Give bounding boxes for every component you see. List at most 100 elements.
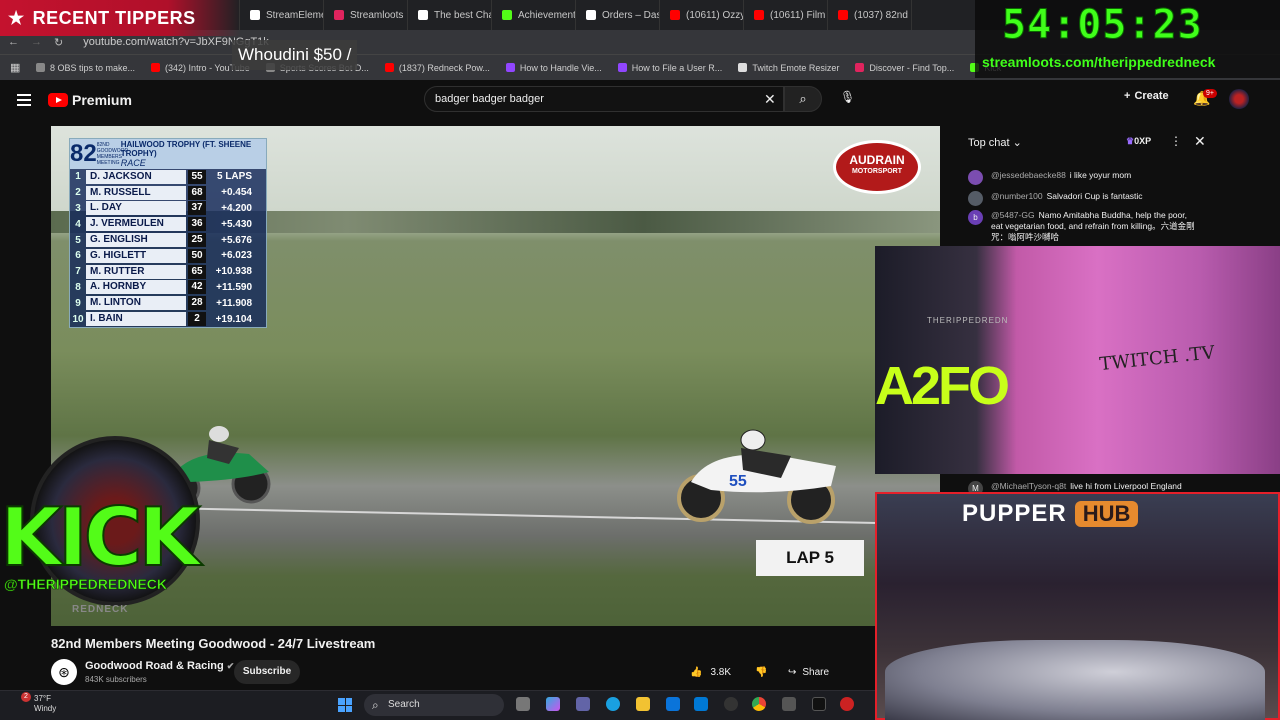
bookmark-icon — [384, 63, 394, 72]
thumbs-down-icon[interactable]: 👎 — [755, 667, 767, 678]
edge-icon[interactable] — [606, 697, 620, 711]
forward-icon[interactable]: → — [31, 36, 42, 48]
obs-icon[interactable] — [724, 697, 738, 711]
store-icon[interactable] — [666, 697, 680, 711]
file-explorer-icon[interactable] — [516, 697, 530, 711]
chat-username[interactable]: @jessedebaecke88 — [991, 170, 1066, 180]
scoreboard-name: I. BAIN — [86, 312, 186, 327]
scoreboard-pos: 3 — [75, 202, 81, 214]
bookmark-icon — [738, 63, 748, 72]
scoreboard-pos: 4 — [75, 218, 81, 230]
xp-text: 0XP — [1134, 136, 1152, 146]
chevron-down-icon: ⌄ — [1012, 137, 1022, 149]
browser-tab[interactable]: (10611) Film Musi× — [744, 0, 828, 30]
chat-mode-dropdown[interactable]: Top chat ⌄ — [968, 136, 1022, 149]
scoreboard-row: 5 G. ENGLISH 25 +5.676 — [70, 232, 266, 248]
tab-favicon-icon — [670, 10, 680, 20]
browser-tab[interactable]: The best ChatBot× — [408, 0, 492, 30]
back-icon[interactable]: ← — [8, 36, 19, 48]
share-label: Share — [802, 666, 830, 678]
pupper-hub-title: PUPPER HUB — [962, 500, 1139, 528]
scoreboard-row: 8 A. HORNBY 42 +11.590 — [70, 280, 266, 296]
bookmark-item[interactable]: 8 OBS tips to make... — [36, 63, 135, 73]
browser-tab[interactable]: (1037) 82nd× — [828, 0, 912, 30]
folder-icon[interactable] — [636, 697, 650, 711]
scoreboard-pos: 10 — [72, 313, 84, 325]
browser-tab[interactable]: Streamloots | The× — [324, 0, 408, 30]
avatar[interactable] — [1229, 89, 1249, 109]
cam-banner: THERIPPEDREDN — [927, 316, 1009, 325]
reload-icon[interactable]: ↻ — [54, 36, 63, 49]
chat-avatar[interactable] — [968, 170, 983, 185]
bookmark-icon — [617, 63, 627, 72]
chat-username[interactable]: @MichaelTyson-q8t — [991, 481, 1066, 491]
weather-widget[interactable]: 37°F Windy — [34, 694, 56, 714]
windows-start-icon[interactable] — [338, 698, 352, 712]
tab-favicon-icon — [418, 10, 428, 20]
bookmark-item[interactable]: Discover - Find Top... — [855, 63, 954, 73]
share-button[interactable]: ↪ Share — [788, 660, 829, 684]
chat-username[interactable]: @5487-GG — [991, 210, 1035, 220]
scoreboard-car: 2 — [188, 312, 206, 327]
menu-icon[interactable] — [17, 94, 31, 106]
chat-body: @number100 Salvadori Cup is fantastic — [991, 191, 1143, 206]
chat-avatar[interactable] — [968, 191, 983, 206]
close-icon[interactable]: ✕ — [1194, 133, 1206, 150]
chat-avatar[interactable]: b — [968, 210, 983, 225]
more-icon[interactable]: ⋮ — [1170, 134, 1182, 148]
app-icon[interactable] — [840, 697, 854, 711]
lap-counter: LAP 5 — [756, 540, 864, 576]
scoreboard-number: 82 — [70, 140, 97, 167]
browser-tab[interactable]: (10611) Ozzy Osb× — [660, 0, 744, 30]
thumbs-up-icon[interactable]: 👍 — [690, 667, 702, 678]
tab-favicon-icon — [250, 10, 260, 20]
chat-username[interactable]: @number100 — [991, 191, 1043, 201]
mic-icon[interactable]: 🎙 — [840, 90, 855, 108]
xp-badge[interactable]: ♛0XP — [1126, 136, 1151, 147]
scoreboard-name: L. DAY — [86, 201, 186, 216]
browser-tab[interactable]: Achievements - K× — [492, 0, 576, 30]
scoreboard-name: D. JACKSON — [86, 169, 186, 184]
browser-tab[interactable]: StreamElements -× — [240, 0, 324, 30]
chat-title-text: Top chat — [968, 137, 1010, 149]
channel-name[interactable]: Goodwood Road & Racing ✔ — [85, 660, 234, 672]
bookmark-label: Discover - Find Top... — [869, 62, 955, 73]
scoreboard-row: 4 J. VERMEULEN 36 +5.430 — [70, 216, 266, 232]
bookmark-item[interactable]: How to Handle Vie... — [505, 63, 602, 73]
scoreboard-gap: +6.023 — [221, 250, 252, 262]
recent-tippers-label: RECENT TIPPERS — [32, 7, 196, 28]
apps-icon[interactable]: ▦ — [10, 61, 20, 74]
media-icon[interactable] — [782, 697, 796, 711]
taskbar-search[interactable]: Search — [364, 694, 504, 716]
scoreboard-car: 65 — [188, 264, 206, 279]
subscribe-button[interactable]: Subscribe — [234, 660, 300, 684]
youtube-logo[interactable]: Premium — [48, 92, 132, 108]
channel-avatar[interactable]: ⊛ — [51, 659, 77, 685]
weather-temp: 37°F — [34, 694, 51, 703]
search-input[interactable]: badger badger badger — [424, 86, 784, 112]
copilot-icon[interactable] — [546, 697, 560, 711]
create-button[interactable]: + Create — [1124, 90, 1169, 102]
scoreboard-car: 28 — [188, 296, 206, 311]
bookmark-item[interactable]: How to File a User R... — [617, 63, 722, 73]
browser-tab[interactable]: Orders – Dashboa× — [576, 0, 660, 30]
plus-icon: + — [1124, 90, 1131, 102]
chrome-icon[interactable] — [752, 697, 766, 711]
outlook-icon[interactable] — [694, 697, 708, 711]
clear-icon[interactable]: ✕ — [764, 91, 776, 108]
twitch-tv-sign: TWITCH .TV — [1098, 342, 1216, 376]
chat-body: @jessedebaecke88 i like yoyur mom — [991, 170, 1131, 185]
terminal-icon[interactable] — [812, 697, 826, 711]
bookmark-item[interactable]: (1837) Redneck Pow... — [384, 63, 490, 73]
scoreboard-name: M. RUSSELL — [86, 185, 186, 200]
tab-label: Streamloots | The — [350, 9, 407, 21]
xp-icon: ♛ — [1126, 136, 1135, 146]
tab-label: (1037) 82nd — [854, 9, 908, 21]
logo-text: Premium — [72, 92, 132, 108]
teams-icon[interactable] — [576, 697, 590, 711]
search-button[interactable]: ⌕ — [784, 86, 822, 112]
bookmark-item[interactable]: Twitch Emote Resizer — [738, 63, 839, 73]
scoreboard-row: 1 D. JACKSON 55 5 LAPS — [70, 169, 266, 185]
scoreboard-gap: +11.908 — [216, 297, 252, 309]
chat-message: b @5487-GG Namo Amitabha Buddha, help the … — [968, 210, 1198, 243]
